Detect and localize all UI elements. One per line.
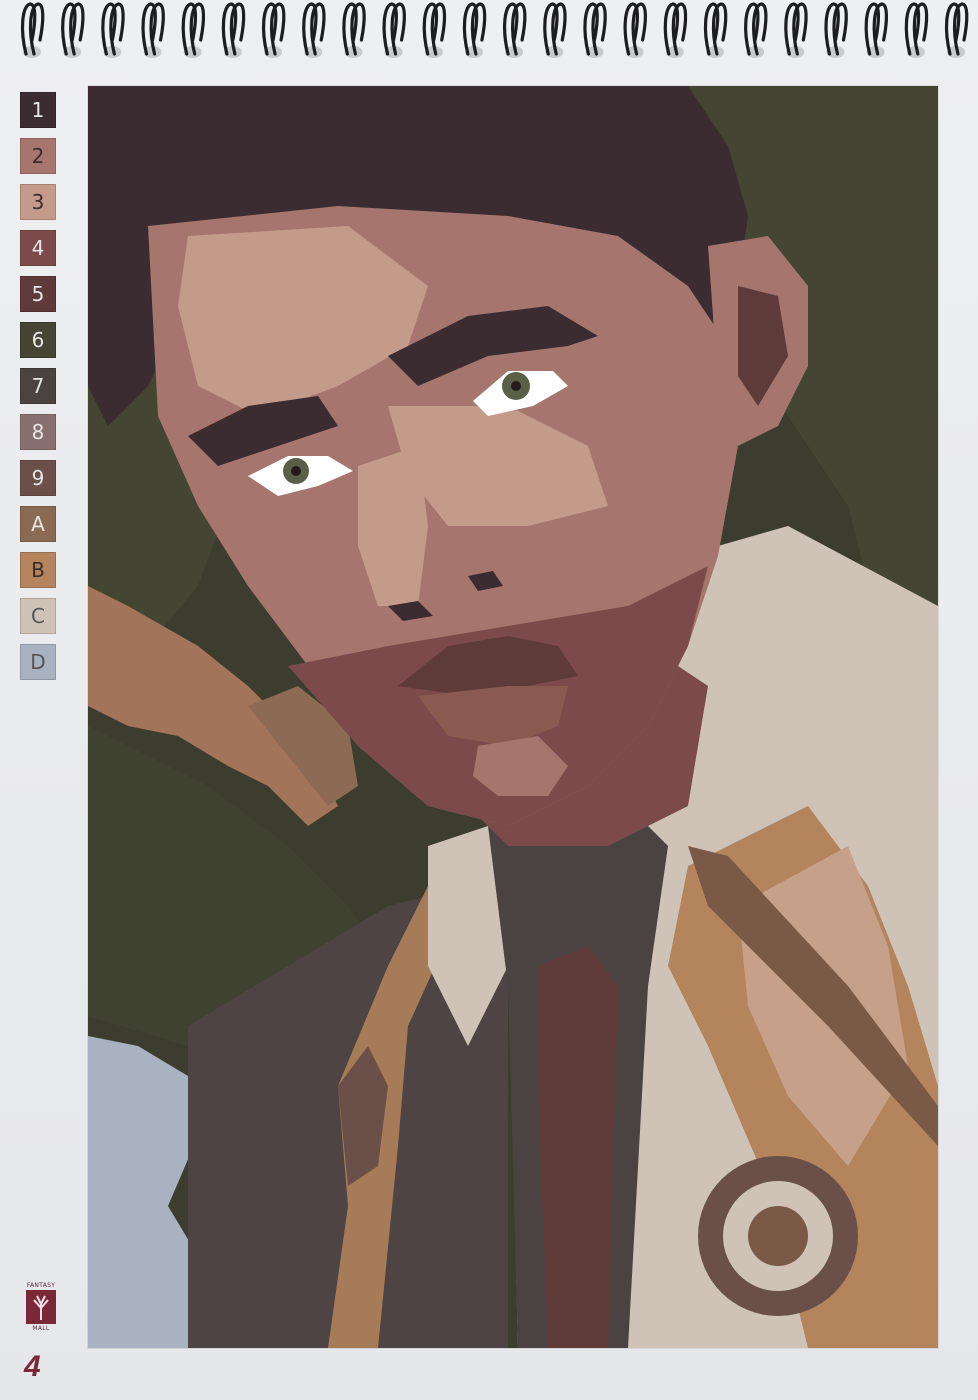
- palette-swatch-a: A: [20, 506, 56, 542]
- palette-swatch-b: B: [20, 552, 56, 588]
- tie: [538, 946, 618, 1348]
- palette-swatch-d: D: [20, 644, 56, 680]
- palette-swatch-1: 1: [20, 92, 56, 128]
- palette-swatch-2: 2: [20, 138, 56, 174]
- brand-logo: FANTASY MALL: [18, 1282, 64, 1332]
- palette-swatch-6: 6: [20, 322, 56, 358]
- palette-swatch-7: 7: [20, 368, 56, 404]
- palette-swatch-5: 5: [20, 276, 56, 312]
- right-pupil: [511, 381, 521, 391]
- palette-swatch-3: 3: [20, 184, 56, 220]
- portrait-illustration: [88, 86, 938, 1348]
- palette-swatch-c: C: [20, 598, 56, 634]
- tree-logo-icon: [26, 1290, 56, 1324]
- page-number: 4: [24, 1350, 41, 1383]
- brand-name-line2: MALL: [32, 1325, 50, 1332]
- palette-swatch-9: 9: [20, 460, 56, 496]
- sketchbook-page: 1 2 3 4 5 6 7 8 9 ABCD FANTASY MALL 4: [0, 0, 978, 1400]
- badge-core: [748, 1206, 808, 1266]
- palette-swatch-8: 8: [20, 414, 56, 450]
- palette-swatch-4: 4: [20, 230, 56, 266]
- spiral-binding-icon: [20, 2, 969, 58]
- left-pupil: [291, 466, 301, 476]
- brand-name-line1: FANTASY: [26, 1282, 56, 1289]
- paint-by-number-artwork: [88, 86, 938, 1348]
- color-palette: 1 2 3 4 5 6 7 8 9 ABCD: [20, 92, 58, 690]
